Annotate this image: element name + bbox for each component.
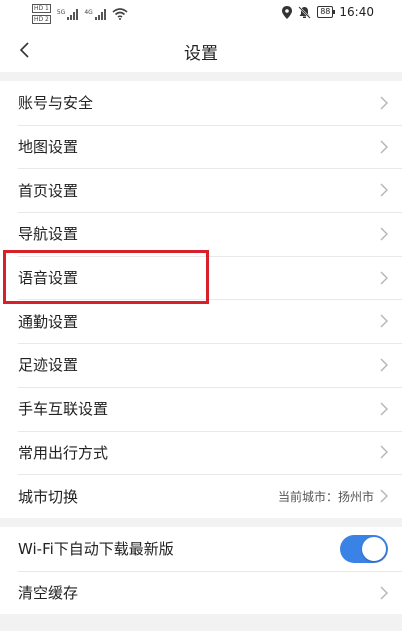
row-home-settings[interactable]: 首页设置 xyxy=(0,168,402,212)
network-type-1: 5G xyxy=(56,8,66,16)
row-accessory xyxy=(380,431,388,475)
mute-bell-icon xyxy=(298,5,311,19)
row-footprint-settings[interactable]: 足迹设置 xyxy=(0,343,402,387)
toggle-knob xyxy=(362,536,386,561)
sim-indicators: HD 1 HD 2 xyxy=(32,4,51,24)
settings-group-storage: Wi-Fi下自动下载最新版 清空缓存 xyxy=(0,527,402,615)
chevron-right-icon xyxy=(380,586,388,600)
wifi-icon xyxy=(112,8,128,20)
row-accessory xyxy=(380,81,388,125)
row-accessory xyxy=(380,343,388,387)
row-accessory xyxy=(380,299,388,343)
row-voice-settings[interactable]: 语音设置 xyxy=(0,255,402,300)
row-label: 账号与安全 xyxy=(18,94,94,113)
battery-indicator: 88 xyxy=(317,6,336,18)
row-accessory xyxy=(380,387,388,431)
row-account-security[interactable]: 账号与安全 xyxy=(0,81,402,125)
sim2-badge: HD 2 xyxy=(32,15,51,24)
row-accessory xyxy=(380,125,388,169)
row-car-link-settings[interactable]: 手车互联设置 xyxy=(0,386,402,431)
chevron-right-icon xyxy=(380,227,388,241)
row-navigation-settings[interactable]: 导航设置 xyxy=(0,212,402,256)
row-label: 首页设置 xyxy=(18,181,79,200)
chevron-right-icon xyxy=(380,140,388,154)
row-label: 语音设置 xyxy=(18,269,79,288)
row-city-switch[interactable]: 城市切换 当前城市：扬州市 xyxy=(0,474,402,518)
row-accessory xyxy=(380,571,388,615)
chevron-right-icon xyxy=(380,271,388,285)
row-accessory: 当前城市：扬州市 xyxy=(278,474,388,518)
row-accessory xyxy=(380,256,388,300)
row-wifi-auto-download[interactable]: Wi-Fi下自动下载最新版 xyxy=(0,527,402,571)
status-right: 88 16:40 xyxy=(282,5,374,19)
clock-time: 16:40 xyxy=(339,5,374,19)
signal-2-icon: 4G xyxy=(84,8,106,20)
row-label: 清空缓存 xyxy=(18,584,79,603)
row-accessory xyxy=(380,212,388,256)
current-city-value: 当前城市：扬州市 xyxy=(277,489,374,504)
chevron-right-icon xyxy=(380,96,388,110)
chevron-right-icon xyxy=(380,314,388,328)
nav-bar: 设置 xyxy=(0,28,402,72)
row-label: 通勤设置 xyxy=(18,312,79,331)
row-accessory xyxy=(380,168,388,212)
row-label: 城市切换 xyxy=(18,487,79,506)
row-label: 常用出行方式 xyxy=(18,443,109,462)
row-travel-mode[interactable]: 常用出行方式 xyxy=(0,430,402,475)
chevron-right-icon xyxy=(380,358,388,372)
chevron-right-icon xyxy=(380,402,388,416)
sim1-badge: HD 1 xyxy=(32,4,51,13)
chevron-right-icon xyxy=(380,445,388,459)
row-label: Wi-Fi下自动下载最新版 xyxy=(18,540,174,559)
settings-group-main: 账号与安全地图设置首页设置导航设置语音设置通勤设置足迹设置手车互联设置 常用出行方… xyxy=(0,81,402,518)
row-label: 足迹设置 xyxy=(18,356,79,375)
row-label: 手车互联设置 xyxy=(18,400,109,419)
row-clear-cache[interactable]: 清空缓存 xyxy=(0,570,402,615)
status-left: HD 1 HD 2 5G 4G xyxy=(32,4,128,24)
wifi-download-toggle[interactable] xyxy=(340,534,388,563)
row-accessory xyxy=(340,527,388,571)
status-bar: HD 1 HD 2 5G 4G 88 16:40 xyxy=(0,0,402,28)
chevron-right-icon xyxy=(380,489,388,503)
row-map-settings[interactable]: 地图设置 xyxy=(0,124,402,169)
signal-1-icon: 5G xyxy=(56,8,79,20)
page-title: 设置 xyxy=(184,44,218,64)
row-commute-settings[interactable]: 通勤设置 xyxy=(0,299,402,343)
row-label: 地图设置 xyxy=(18,138,79,157)
row-label: 导航设置 xyxy=(18,225,79,244)
network-type-2: 4G xyxy=(84,8,93,16)
location-icon xyxy=(282,5,293,19)
chevron-right-icon xyxy=(380,183,388,197)
